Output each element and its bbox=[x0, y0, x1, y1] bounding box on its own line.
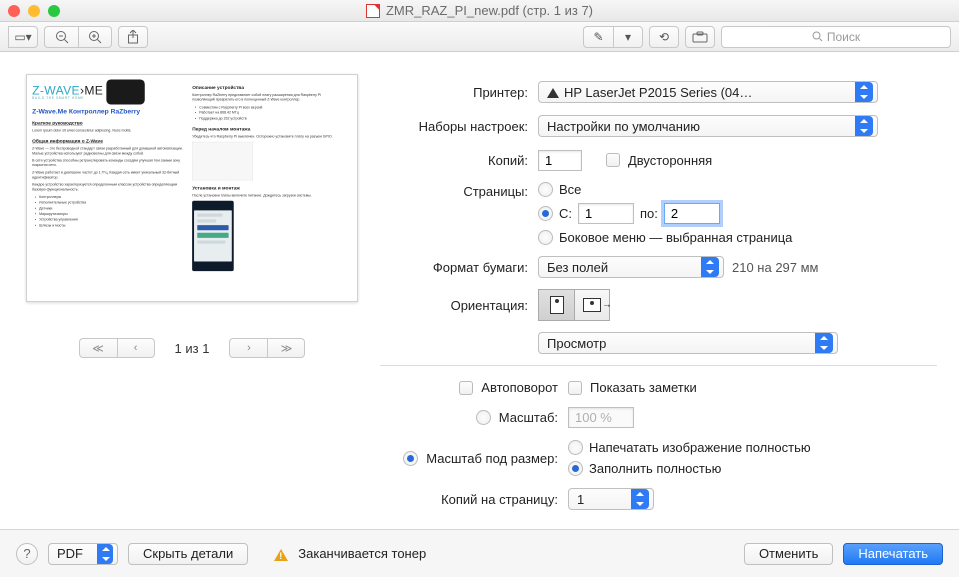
share-button[interactable] bbox=[118, 26, 148, 48]
autorotate-checkbox[interactable] bbox=[459, 381, 473, 395]
window-title: ZMR_RAZ_PI_new.pdf (стр. 1 из 7) bbox=[0, 3, 959, 18]
share-icon bbox=[127, 30, 139, 44]
titlebar: ZMR_RAZ_PI_new.pdf (стр. 1 из 7) bbox=[0, 0, 959, 22]
notes-checkbox[interactable] bbox=[568, 381, 582, 395]
hide-details-button[interactable]: Скрыть детали bbox=[128, 543, 248, 565]
toolbar: ▭▾ ✎ ▾ ⟲ Поиск bbox=[0, 22, 959, 52]
pages-label: Страницы: bbox=[380, 182, 538, 199]
warning-icon bbox=[547, 82, 559, 98]
printfull-label: Напечатать изображение полностью bbox=[589, 440, 811, 455]
wiring-diagram bbox=[192, 142, 253, 180]
next-page-button[interactable]: › bbox=[229, 338, 267, 358]
annotate-button[interactable]: ✎ bbox=[583, 26, 613, 48]
printer-select[interactable]: HP LaserJet P2015 Series (04… bbox=[538, 81, 878, 103]
orientation-landscape-button[interactable] bbox=[574, 289, 610, 321]
phone-mockup bbox=[192, 201, 234, 271]
landscape-icon bbox=[583, 298, 601, 312]
duplex-checkbox[interactable] bbox=[606, 153, 620, 167]
autorotate-label: Автоповорот bbox=[481, 380, 558, 395]
cps-value: 1 bbox=[577, 492, 584, 507]
search-icon bbox=[812, 31, 823, 42]
notes-label: Показать заметки bbox=[590, 380, 697, 395]
pages-from-input[interactable] bbox=[578, 203, 634, 224]
preview-pager: ≪ ‹ 1 из 1 › ≫ bbox=[79, 338, 306, 358]
search-placeholder: Поиск bbox=[827, 30, 860, 44]
zoom-in-button[interactable] bbox=[78, 26, 112, 48]
fillfull-radio[interactable] bbox=[568, 461, 583, 476]
cps-label: Копий на страницу: bbox=[441, 492, 558, 507]
paper-label: Формат бумаги: bbox=[380, 260, 538, 275]
duplex-label: Двусторонняя bbox=[628, 153, 712, 168]
presets-label: Наборы настроек: bbox=[380, 119, 538, 134]
preview-column: Z-WAVE›ME BUILD THE SMART HOME Z-Wave.Me… bbox=[22, 74, 362, 529]
toner-warning-text: Заканчивается тонер bbox=[298, 546, 426, 561]
pages-to-input[interactable] bbox=[664, 203, 720, 224]
pages-sidebar-radio[interactable] bbox=[538, 230, 553, 245]
paper-value: Без полей bbox=[547, 260, 608, 275]
fillfull-label: Заполнить полностью bbox=[589, 461, 721, 476]
search-field[interactable]: Поиск bbox=[721, 26, 951, 48]
copies-label: Копий: bbox=[380, 153, 538, 168]
scalefit-label: Масштаб под размер: bbox=[426, 451, 558, 466]
pages-to-label: по: bbox=[640, 206, 658, 221]
section-select[interactable]: Просмотр bbox=[538, 332, 838, 354]
pdf-label: PDF bbox=[57, 546, 83, 561]
zoom-in-icon bbox=[88, 30, 102, 44]
presets-select[interactable]: Настройки по умолчанию bbox=[538, 115, 878, 137]
settings-column: Принтер: HP LaserJet P2015 Series (04… Н… bbox=[380, 74, 937, 529]
pages-range-radio[interactable] bbox=[538, 206, 553, 221]
divider bbox=[380, 365, 937, 366]
scale-radio[interactable] bbox=[476, 410, 491, 425]
scalefit-radio[interactable] bbox=[403, 451, 418, 466]
rotate-button[interactable]: ⟲ bbox=[649, 26, 679, 48]
orientation-portrait-button[interactable] bbox=[538, 289, 574, 321]
zoom-out-button[interactable] bbox=[44, 26, 78, 48]
printer-value: HP LaserJet P2015 Series (04… bbox=[564, 85, 752, 100]
help-button[interactable]: ? bbox=[16, 543, 38, 565]
pages-sidebar-label: Боковое меню — выбранная страница bbox=[559, 230, 792, 245]
window-title-text: ZMR_RAZ_PI_new.pdf (стр. 1 из 7) bbox=[386, 3, 593, 18]
presets-value: Настройки по умолчанию bbox=[547, 119, 700, 134]
scale-input bbox=[568, 407, 634, 428]
view-mode-segment: ▭▾ bbox=[8, 26, 38, 48]
pages-all-label: Все bbox=[559, 182, 581, 197]
printfull-radio[interactable] bbox=[568, 440, 583, 455]
toolbox-icon bbox=[692, 31, 708, 43]
pdf-file-icon bbox=[366, 4, 380, 18]
section-value: Просмотр bbox=[547, 336, 606, 351]
print-dialog-body: Z-WAVE›ME BUILD THE SMART HOME Z-Wave.Me… bbox=[0, 52, 959, 529]
prev-page-button[interactable]: ‹ bbox=[117, 338, 155, 358]
cancel-button[interactable]: Отменить bbox=[744, 543, 833, 565]
annotate-menu-button[interactable]: ▾ bbox=[613, 26, 643, 48]
page-indicator: 1 из 1 bbox=[175, 341, 210, 356]
orientation-label: Ориентация: bbox=[380, 298, 538, 313]
printer-label: Принтер: bbox=[380, 85, 538, 100]
paper-dimensions: 210 на 297 мм bbox=[732, 260, 819, 275]
pages-all-radio[interactable] bbox=[538, 182, 553, 197]
zoom-out-icon bbox=[55, 30, 69, 44]
toner-warning-icon bbox=[274, 542, 288, 561]
scale-label: Масштаб: bbox=[499, 410, 558, 425]
paper-select[interactable]: Без полей bbox=[538, 256, 724, 278]
copies-input[interactable] bbox=[538, 150, 582, 171]
device-image bbox=[106, 79, 144, 104]
last-page-button[interactable]: ≫ bbox=[267, 338, 305, 358]
copies-per-page-select[interactable]: 1 bbox=[568, 488, 654, 510]
print-button[interactable]: Напечатать bbox=[843, 543, 943, 565]
sidebar-toggle-button[interactable]: ▭▾ bbox=[8, 26, 38, 48]
portrait-icon bbox=[550, 296, 564, 314]
page-preview: Z-WAVE›ME BUILD THE SMART HOME Z-Wave.Me… bbox=[26, 74, 358, 302]
pdf-menu-button[interactable]: PDF bbox=[48, 543, 118, 565]
pages-from-label: С: bbox=[559, 206, 572, 221]
toolbox-button[interactable] bbox=[685, 26, 715, 48]
dialog-footer: ? PDF Скрыть детали Заканчивается тонер … bbox=[0, 529, 959, 577]
first-page-button[interactable]: ≪ bbox=[79, 338, 117, 358]
